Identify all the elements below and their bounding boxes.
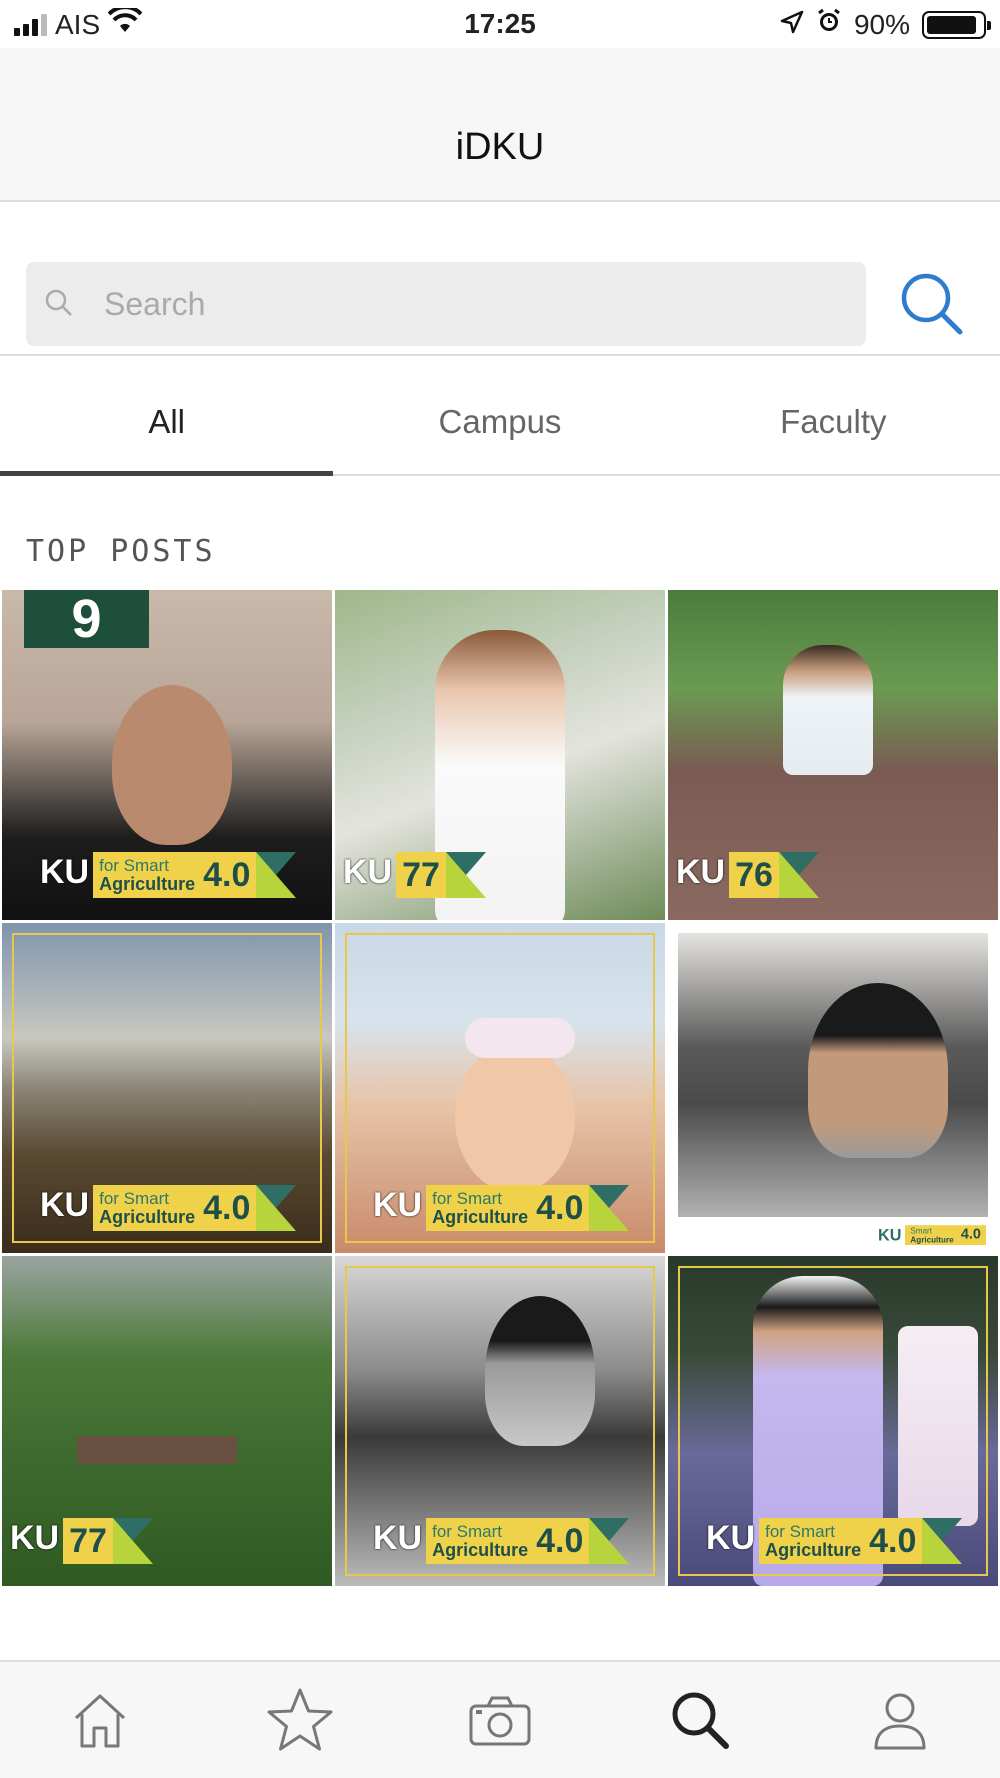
post-thumbnail[interactable]: KU 76	[668, 590, 998, 920]
post-thumbnail[interactable]: KU 77	[335, 590, 665, 920]
post-thumbnail[interactable]: 9 KU for Smart Agriculture 4.0	[2, 590, 332, 920]
home-icon	[74, 1694, 126, 1748]
battery-percent: 90%	[853, 8, 910, 40]
tab-camera[interactable]	[460, 1680, 540, 1760]
post-badge: KU for Smart Agriculture 4.0	[40, 852, 297, 898]
post-photo-child	[455, 1043, 575, 1193]
status-right: 90%	[780, 8, 991, 41]
search-icon	[901, 273, 963, 335]
status-bar: AIS 17:25 90%	[0, 0, 1000, 48]
section-title: TOP POSTS	[26, 534, 216, 569]
search-field[interactable]	[26, 262, 866, 346]
tab-home[interactable]	[60, 1680, 140, 1760]
posts-grid: 9 KU for Smart Agriculture 4.0 KU 77 KU 7…	[2, 590, 998, 1586]
bottom-tab-bar	[0, 1660, 1000, 1778]
post-photo-face	[112, 685, 232, 845]
star-icon	[267, 1688, 333, 1751]
post-thumbnail[interactable]: KU for Smart Agriculture 4.0	[2, 923, 332, 1253]
post-badge: KU 77	[10, 1518, 153, 1564]
post-photo-person	[485, 1296, 595, 1446]
post-photo-sign	[77, 1436, 237, 1464]
tab-faculty[interactable]: Faculty	[667, 358, 1000, 474]
post-photo-person	[808, 983, 948, 1158]
alarm-icon	[816, 8, 842, 41]
location-icon	[780, 9, 804, 41]
post-thumbnail[interactable]: KU for Smart Agriculture 4.0	[335, 923, 665, 1253]
post-badge: KU Smart Agriculture 4.0	[878, 1225, 987, 1245]
page-title: iDKU	[455, 126, 545, 168]
search-field-icon	[44, 288, 74, 323]
battery-icon	[922, 10, 991, 39]
search-input[interactable]	[104, 262, 844, 346]
post-photo-bow	[465, 1018, 575, 1058]
post-photo-person	[783, 645, 873, 775]
post-photo-cake	[898, 1326, 978, 1526]
post-thumbnail[interactable]: KU for Smart Agriculture 4.0	[335, 1256, 665, 1586]
search-row	[0, 204, 1000, 356]
post-badge: KU for Smart Agriculture 4.0	[373, 1518, 630, 1564]
tab-profile[interactable]	[860, 1680, 940, 1760]
post-badge: KU 76	[676, 852, 819, 898]
tab-search[interactable]	[660, 1680, 740, 1760]
post-badge: KU for Smart Agriculture 4.0	[40, 1185, 297, 1231]
post-badge: KU for Smart Agriculture 4.0	[706, 1518, 963, 1564]
tab-favorites[interactable]	[260, 1680, 340, 1760]
camera-icon	[469, 1696, 531, 1746]
post-badge: KU 77	[343, 852, 486, 898]
post-thumbnail[interactable]: KU Smart Agriculture 4.0	[668, 923, 998, 1253]
tab-campus[interactable]: Campus	[333, 358, 666, 474]
post-thumbnail[interactable]: KU for Smart Agriculture 4.0	[668, 1256, 998, 1586]
tab-all[interactable]: All	[0, 358, 334, 476]
post-thumbnail[interactable]: KU 77	[2, 1256, 332, 1586]
search-icon	[672, 1692, 729, 1749]
filter-tabs: All Campus Faculty	[0, 358, 1000, 476]
post-photo-sign: 9	[24, 590, 149, 648]
post-badge: KU for Smart Agriculture 4.0	[373, 1185, 630, 1231]
search-button[interactable]	[898, 270, 968, 340]
nav-header: iDKU	[0, 48, 1000, 202]
profile-icon	[874, 1693, 926, 1750]
